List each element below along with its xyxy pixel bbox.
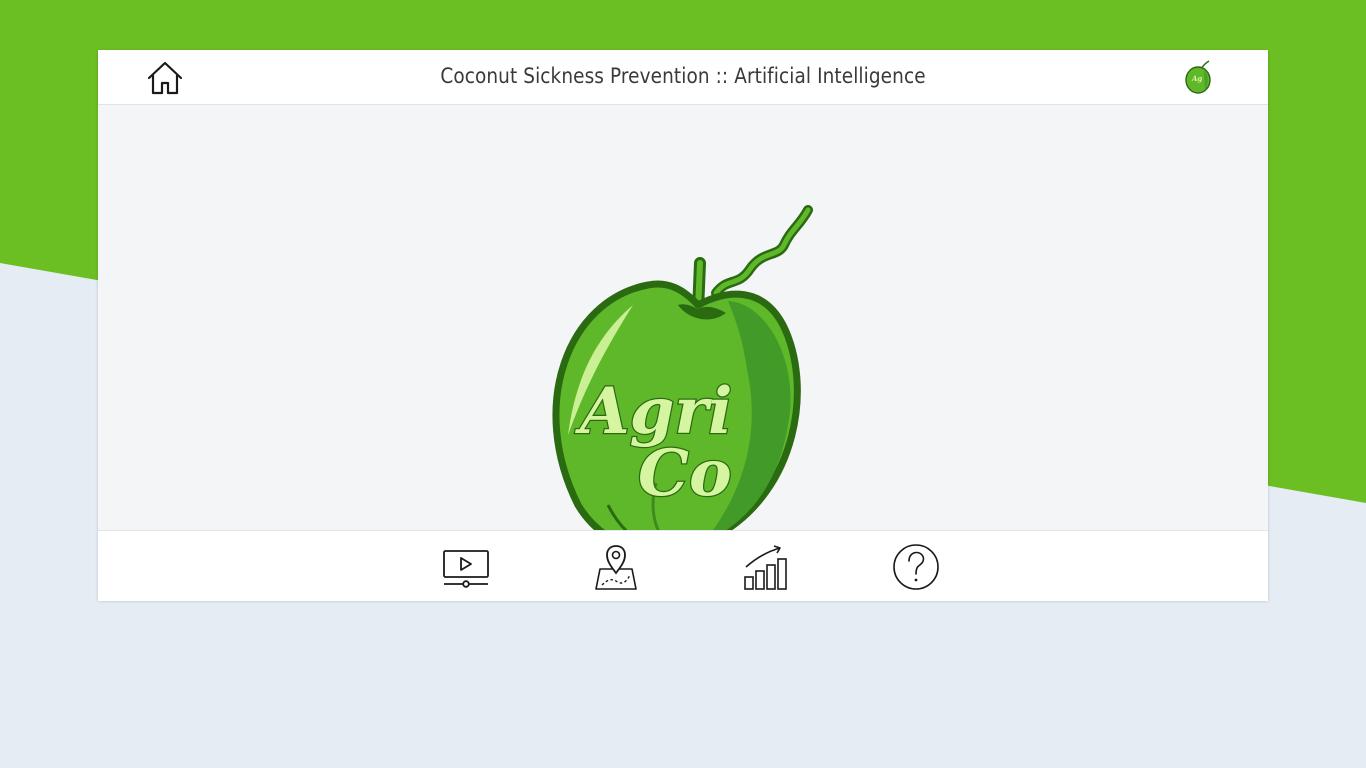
main-content: Agri Co: [98, 105, 1268, 555]
app-window: Coconut Sickness Prevention :: Artificia…: [98, 50, 1268, 601]
logo-text-line2: Co: [638, 436, 732, 511]
bottom-nav-bar: [98, 530, 1268, 601]
page-title: Coconut Sickness Prevention :: Artificia…: [440, 64, 926, 88]
coconut-logo-icon: Ag: [1184, 60, 1214, 94]
statistics-button[interactable]: [742, 543, 790, 591]
bar-chart-growth-icon: [744, 545, 787, 590]
video-player-icon: [443, 550, 489, 588]
agrico-coconut-logo: Agri Co: [552, 205, 813, 555]
help-button[interactable]: [892, 543, 940, 591]
top-bar: Coconut Sickness Prevention :: Artificia…: [98, 50, 1268, 105]
svg-text:Ag: Ag: [1191, 74, 1202, 83]
video-button[interactable]: [442, 543, 490, 591]
map-button[interactable]: [592, 543, 640, 591]
help-question-icon: [893, 544, 939, 590]
map-location-icon: [595, 545, 637, 590]
